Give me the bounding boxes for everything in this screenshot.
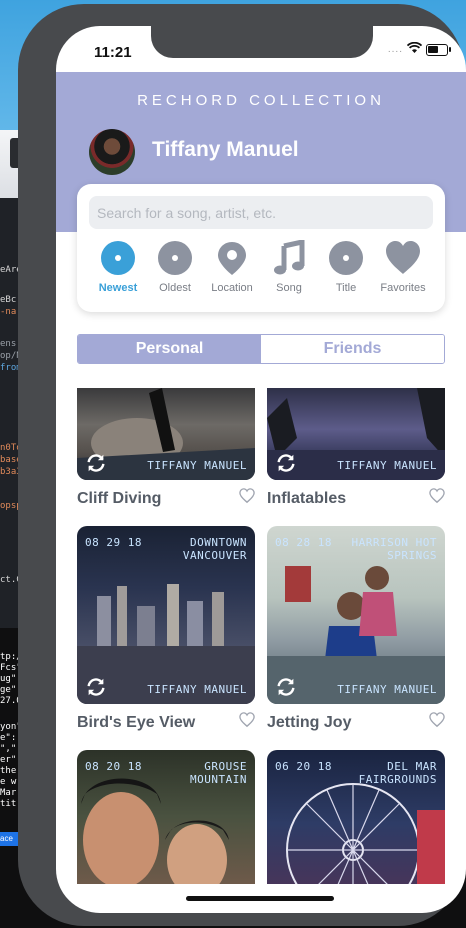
- favorite-heart-icon[interactable]: [429, 488, 445, 504]
- filter-label: Favorites: [380, 282, 426, 294]
- filter-favorites[interactable]: Favorites: [374, 240, 432, 294]
- filter-label: Newest: [98, 282, 138, 294]
- status-time: 11:21: [94, 44, 132, 61]
- filter-song[interactable]: Song: [260, 240, 318, 294]
- search-card: Newest Oldest Location Song Title Favori…: [77, 184, 445, 312]
- filter-title[interactable]: Title: [317, 240, 375, 294]
- record-icon: [101, 241, 135, 275]
- card-location-line: HARRISON HOT: [351, 536, 437, 549]
- card-owner: TIFFANY MANUEL: [147, 459, 247, 472]
- card-location: DOWNTOWN VANCOUVER: [183, 536, 247, 562]
- tab-personal[interactable]: Personal: [78, 335, 261, 363]
- card-location-line: GROUSE: [204, 760, 247, 773]
- battery-icon: [426, 43, 451, 56]
- filter-oldest[interactable]: Oldest: [146, 240, 204, 294]
- favorite-heart-icon[interactable]: [239, 488, 255, 504]
- record-card[interactable]: 08 28 18 HARRISON HOT SPRINGS TIFFANY MAN…: [267, 526, 445, 704]
- heart-icon: [386, 241, 420, 274]
- collection-title: RECHORD COLLECTION: [137, 92, 385, 109]
- card-location-line: SPRINGS: [387, 549, 437, 562]
- user-name: Tiffany Manuel: [152, 138, 299, 161]
- filter-label: Oldest: [159, 282, 191, 294]
- search-input[interactable]: [89, 196, 433, 229]
- status-icons: ....: [387, 41, 451, 57]
- filter-label: Location: [211, 282, 253, 294]
- card-owner: TIFFANY MANUEL: [337, 683, 437, 696]
- filter-newest[interactable]: Newest: [89, 240, 147, 294]
- location-pin-icon: [218, 242, 246, 275]
- phone-notch: [151, 26, 373, 58]
- card-title: Cliff Diving: [77, 490, 162, 507]
- home-indicator[interactable]: [186, 896, 334, 901]
- record-card[interactable]: 08 20 18 GROUSE MOUNTAIN: [77, 750, 255, 884]
- card-location: GROUSE MOUNTAIN: [190, 760, 247, 786]
- card-owner: TIFFANY MANUEL: [337, 459, 437, 472]
- card-location: DEL MAR FAIRGROUNDS: [359, 760, 437, 786]
- card-location-line: MOUNTAIN: [190, 773, 247, 786]
- avatar[interactable]: [89, 129, 135, 175]
- card-location-line: DEL MAR: [387, 760, 437, 773]
- card-date: 08 29 18: [85, 536, 142, 549]
- filter-label: Song: [276, 282, 302, 294]
- segmented-control: Personal Friends: [77, 334, 445, 364]
- card-date: 08 20 18: [85, 760, 142, 773]
- card-location: HARRISON HOT SPRINGS: [352, 536, 437, 562]
- card-date: 08 28 18: [275, 536, 332, 549]
- tab-friends[interactable]: Friends: [261, 335, 444, 363]
- battery-fill: [428, 45, 438, 53]
- sync-icon: [277, 454, 295, 472]
- card-owner: TIFFANY MANUEL: [147, 683, 247, 696]
- card-location-line: VANCOUVER: [182, 549, 247, 562]
- record-icon: [158, 241, 192, 275]
- filter-label: Title: [335, 282, 357, 294]
- favorite-heart-icon[interactable]: [429, 712, 445, 728]
- music-note-icon: [274, 240, 305, 275]
- filter-location[interactable]: Location: [203, 240, 261, 294]
- wifi-icon: [406, 41, 423, 57]
- record-card[interactable]: 08 29 18 DOWNTOWN VANCOUVER TIFFANY MANUE…: [77, 526, 255, 704]
- card-location-line: FAIRGROUNDS: [358, 773, 437, 786]
- sync-icon: [277, 678, 295, 696]
- card-title: Bird's Eye View: [77, 714, 196, 731]
- app-screen: 11:21 .... RECHORD COLLECTION Tiffany Ma…: [56, 26, 466, 913]
- record-icon: [329, 241, 363, 275]
- sync-icon: [87, 454, 105, 472]
- card-title: Jetting Joy: [267, 714, 352, 731]
- sync-icon: [87, 678, 105, 696]
- record-card[interactable]: TIFFANY MANUEL: [77, 388, 255, 480]
- record-card[interactable]: TIFFANY MANUEL: [267, 388, 445, 480]
- phone-frame: 11:21 .... RECHORD COLLECTION Tiffany Ma…: [18, 4, 466, 926]
- card-title: Inflatables: [267, 490, 347, 507]
- record-card[interactable]: 06 20 18 DEL MAR FAIRGROUNDS: [267, 750, 445, 884]
- signal-icon: ....: [387, 44, 403, 55]
- favorite-heart-icon[interactable]: [239, 712, 255, 728]
- card-date: 06 20 18: [275, 760, 332, 773]
- card-location-line: DOWNTOWN: [190, 536, 247, 549]
